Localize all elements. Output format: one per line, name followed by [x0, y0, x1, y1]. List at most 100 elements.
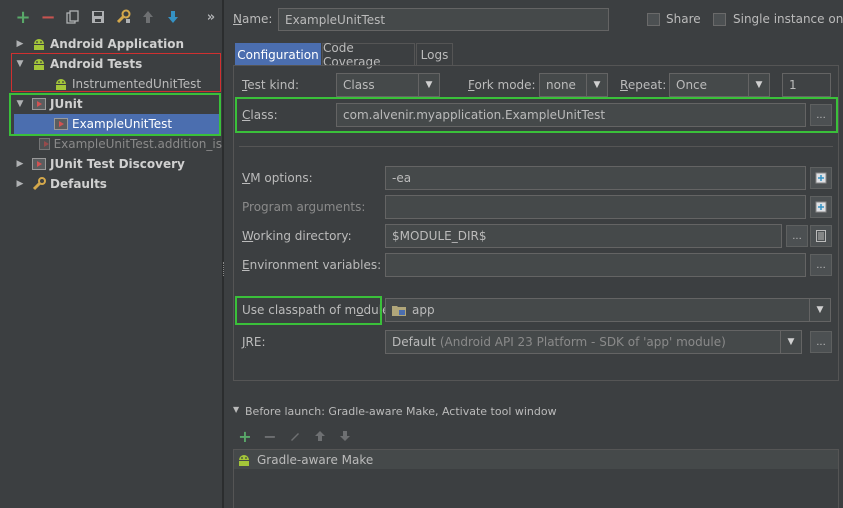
jre-select[interactable]: Default (Android API 23 Platform - SDK o…	[385, 330, 802, 354]
tree-item-junit-test-discovery[interactable]: ▶ JUnit Test Discovery	[0, 154, 222, 174]
before-launch-title[interactable]: Before launch: Gradle-aware Make, Activa…	[245, 405, 557, 418]
tree-item-label: JUnit Test Discovery	[50, 157, 185, 171]
environment-variables-input[interactable]	[385, 253, 806, 277]
chevron-down-icon: ▼	[586, 74, 607, 96]
junit-icon	[32, 98, 46, 110]
class-label: Class:	[242, 108, 278, 122]
android-icon	[32, 57, 46, 71]
edit-task-icon[interactable]	[286, 427, 304, 445]
class-input[interactable]: com.alvenir.myapplication.ExampleUnitTes…	[336, 103, 806, 127]
run-config-tree-panel: + − » ▶ Android Application ▼ Android Te…	[0, 0, 222, 508]
tab-logs[interactable]: Logs	[416, 43, 453, 65]
module-select[interactable]: app ▼	[385, 298, 831, 322]
share-checkbox[interactable]	[647, 13, 660, 26]
wrench-icon[interactable]	[114, 8, 132, 26]
repeat-select[interactable]: Once ▼	[669, 73, 770, 97]
move-task-down-icon[interactable]	[336, 427, 354, 445]
remove-icon[interactable]: −	[39, 7, 57, 28]
working-directory-input[interactable]: $MODULE_DIR$	[385, 224, 782, 248]
jre-label: JRE:	[242, 335, 266, 349]
junit-icon	[32, 158, 46, 170]
working-directory-browse-button[interactable]: ...	[786, 225, 808, 247]
expand-icon	[815, 201, 827, 213]
move-up-icon[interactable]	[139, 8, 157, 26]
chevron-down-icon: ▼	[418, 74, 439, 96]
module-folder-icon	[392, 304, 406, 316]
tree-item-label: InstrumentedUnitTest	[72, 77, 202, 91]
tree-item-label: ExampleUnitTest.addition_is	[53, 137, 222, 151]
before-launch-item-label: Gradle-aware Make	[257, 452, 374, 467]
copy-icon[interactable]	[64, 8, 82, 26]
single-instance-label: Single instance only	[733, 12, 843, 26]
chevron-down-icon: ▼	[780, 331, 801, 353]
add-icon[interactable]: +	[14, 7, 32, 28]
macro-button[interactable]	[810, 225, 832, 247]
junit-test-icon	[54, 118, 68, 130]
expand-arrow-icon[interactable]: ▶	[14, 179, 26, 189]
chevron-down-icon: ▼	[809, 299, 830, 321]
before-launch-item[interactable]: Gradle-aware Make	[234, 450, 838, 469]
tree-item-instrumented-unit-test[interactable]: InstrumentedUnitTest	[0, 74, 222, 94]
before-launch-collapse-icon[interactable]: ▼	[233, 405, 239, 414]
test-kind-value: Class	[343, 78, 375, 92]
tab-configuration[interactable]: Configuration	[235, 43, 321, 65]
expand-arrow-icon[interactable]: ▶	[14, 159, 26, 169]
jre-browse-button[interactable]: ...	[810, 331, 832, 353]
fork-mode-select[interactable]: none ▼	[539, 73, 608, 97]
expand-icon	[815, 172, 827, 184]
move-task-up-icon[interactable]	[311, 427, 329, 445]
expand-arrow-icon[interactable]: ▶	[14, 39, 26, 49]
repeat-value: Once	[676, 78, 708, 92]
repeat-label: Repeat:	[620, 78, 667, 92]
tree-item-label: JUnit	[50, 97, 83, 111]
expand-field-button[interactable]	[810, 167, 832, 189]
single-instance-checkbox[interactable]	[713, 13, 726, 26]
tree-item-android-application[interactable]: ▶ Android Application	[0, 34, 222, 54]
add-task-icon[interactable]: +	[236, 427, 254, 446]
tree-item-android-tests[interactable]: ▼ Android Tests	[0, 54, 222, 74]
collapse-arrow-icon[interactable]: ▼	[14, 99, 26, 109]
chevron-down-icon: ▼	[748, 74, 769, 96]
expand-field-button[interactable]	[810, 196, 832, 218]
tree-item-label: Android Tests	[50, 57, 143, 71]
test-kind-select[interactable]: Class ▼	[336, 73, 440, 97]
tree-item-label: Defaults	[50, 177, 107, 191]
share-label: Share	[666, 12, 701, 26]
collapse-arrow-icon[interactable]: ▼	[14, 59, 26, 69]
remove-task-icon[interactable]: −	[261, 427, 279, 446]
program-arguments-label: Program arguments:	[242, 200, 366, 214]
working-directory-label: Working directory:	[242, 229, 352, 243]
separator	[239, 146, 833, 147]
android-test-icon	[54, 77, 68, 91]
fork-mode-value: none	[546, 78, 576, 92]
environment-variables-button[interactable]: ...	[810, 254, 832, 276]
tab-code-coverage[interactable]: Code Coverage	[322, 41, 415, 69]
fork-mode-label: Fork mode:	[468, 78, 536, 92]
save-icon[interactable]	[89, 8, 107, 26]
name-label: Name:	[233, 12, 273, 26]
document-icon	[816, 230, 826, 242]
tree-item-example-unit-test[interactable]: ExampleUnitTest	[14, 114, 220, 134]
name-input[interactable]: ExampleUnitTest	[278, 8, 609, 31]
move-down-icon[interactable]	[164, 8, 182, 26]
wrench-icon	[32, 177, 46, 191]
more-icon[interactable]: »	[202, 8, 220, 26]
vm-options-input[interactable]: -ea	[385, 166, 806, 190]
jre-value: Default	[392, 335, 436, 349]
jre-detail: (Android API 23 Platform - SDK of 'app' …	[439, 335, 726, 349]
splitter-grip[interactable]	[223, 262, 225, 276]
vm-options-label: VM options:	[242, 171, 313, 185]
junit-test-icon	[38, 138, 50, 150]
program-arguments-input[interactable]	[385, 195, 806, 219]
tree-item-defaults[interactable]: ▶ Defaults	[0, 174, 222, 194]
use-classpath-label: Use classpath of module:	[242, 303, 394, 317]
module-value: app	[412, 303, 435, 317]
environment-variables-label: Environment variables:	[242, 258, 382, 272]
tree-item-label: ExampleUnitTest	[72, 117, 173, 131]
android-icon	[237, 453, 251, 467]
tree-item-junit[interactable]: ▼ JUnit	[0, 94, 222, 114]
splitter[interactable]	[222, 0, 224, 508]
repeat-count-input[interactable]: 1	[782, 73, 831, 97]
class-browse-button[interactable]: ...	[810, 104, 832, 126]
tree-item-example-unit-test-addition[interactable]: ExampleUnitTest.addition_is	[0, 134, 222, 154]
